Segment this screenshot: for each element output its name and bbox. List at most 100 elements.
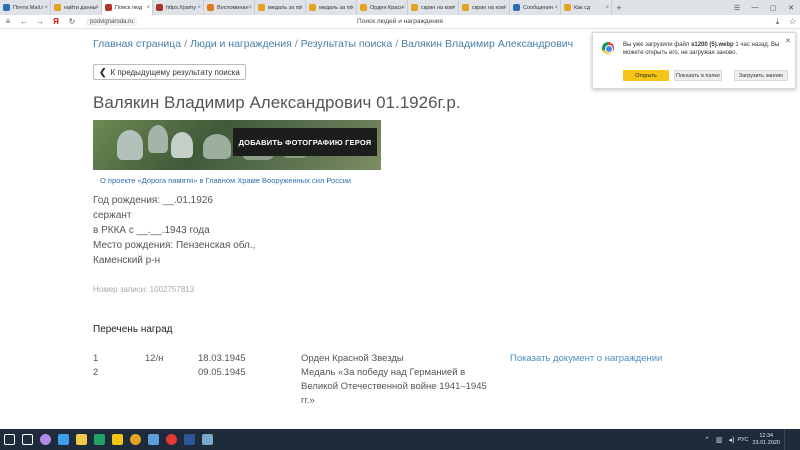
award-number: 1 [93, 353, 99, 364]
chevron-up-icon[interactable]: ⌃ [704, 436, 710, 444]
tab-label: Поиск люд [115, 4, 143, 11]
clock-time: 12:34 [759, 432, 774, 439]
dome-shape [203, 134, 231, 159]
close-window-icon[interactable]: ✕ [782, 0, 800, 15]
taskbar: ⌃ ▥ ◂) РУС 12:34 23.01.2020 [0, 429, 800, 450]
tab-close-icon[interactable]: × [146, 5, 150, 11]
browser-tab[interactable]: Сообщения × [510, 0, 561, 15]
breadcrumb-separator: / [294, 38, 298, 50]
chrome-icon[interactable] [126, 429, 144, 450]
minimize-icon[interactable]: — [746, 0, 764, 15]
bookmark-icon[interactable]: ☰ [728, 0, 746, 15]
browser-tab[interactable]: скрин на ком × [459, 0, 510, 15]
birth-date: Год рождения: __.01.1926 [93, 195, 213, 206]
browser-tab[interactable]: https://pamy × [153, 0, 204, 15]
breadcrumb-home[interactable]: Главная страница [93, 38, 181, 50]
clock-date: 23.01.2020 [752, 439, 780, 446]
browser-tab[interactable]: Поиск люд × [102, 0, 153, 15]
browser-tab[interactable]: медаль за по × [255, 0, 306, 15]
tab-close-icon[interactable]: × [299, 5, 303, 11]
browser-tab[interactable]: Орден Красн × [357, 0, 408, 15]
excel-icon[interactable] [90, 429, 108, 450]
back-icon[interactable]: ← [16, 17, 32, 26]
viewer-icon[interactable] [198, 429, 216, 450]
tab-label: https://pamy [166, 4, 196, 11]
tab-favicon-icon [54, 4, 61, 11]
browser-tab[interactable]: медаль за по × [306, 0, 357, 15]
address-bar: ≡ ← → Я ↻ podvignaroda.ru Поиск людей и … [0, 15, 800, 29]
tab-favicon-icon [207, 4, 214, 11]
birthplace: Место рождения: Пензенская обл., [93, 240, 256, 251]
tab-close-icon[interactable]: × [248, 5, 252, 11]
award-number: 2 [93, 367, 99, 378]
chevron-left-icon: ❮ [99, 66, 107, 77]
browser-tab[interactable]: Почта Mail.r × [0, 0, 51, 15]
award-name: Медаль «За победу над Германией в Велико… [301, 367, 487, 406]
tab-favicon-icon [564, 4, 571, 11]
back-to-results-button[interactable]: ❮ К предыдущему результату поиска [93, 64, 246, 80]
tab-favicon-icon [513, 4, 520, 11]
dome-shape [117, 130, 143, 160]
tab-label: медаль за по [268, 4, 302, 11]
browser-tab[interactable]: скрин на ком × [408, 0, 459, 15]
new-tab-button[interactable]: + [612, 0, 626, 15]
project-info-link[interactable]: О проекте «Дорога памяти» в Главном Храм… [100, 176, 351, 185]
tab-close-icon[interactable]: × [605, 5, 609, 11]
forward-icon[interactable]: → [32, 17, 48, 26]
tab-close-icon[interactable]: × [401, 5, 405, 11]
tab-close-icon[interactable]: × [95, 5, 99, 11]
browser-tab[interactable]: Воспоминан × [204, 0, 255, 15]
tab-close-icon[interactable]: × [503, 5, 507, 11]
download-notification: Вы уже загрузили файл s1200 (5).webp 1 ч… [592, 32, 796, 89]
breadcrumb-separator: / [395, 38, 399, 50]
tab-label: Как сд [574, 4, 591, 11]
yandex-logo-icon[interactable]: Я [48, 17, 64, 26]
network-icon[interactable]: ▥ [716, 436, 723, 444]
tab-favicon-icon [309, 4, 316, 11]
page-title: Валякин Владимир Александрович 01.1926г.… [93, 93, 461, 112]
tab-close-icon[interactable]: × [197, 5, 201, 11]
explorer-icon[interactable] [72, 429, 90, 450]
add-hero-photo-button[interactable]: ДОБАВИТЬ ФОТОГРАФИЮ ГЕРОЯ [233, 128, 377, 156]
tab-close-icon[interactable]: × [44, 5, 48, 11]
chrome-icon [602, 42, 614, 54]
tab-favicon-icon [462, 4, 469, 11]
yandex-browser-icon[interactable] [162, 429, 180, 450]
yandex-icon[interactable] [108, 429, 126, 450]
download-icon[interactable]: ⤓ [770, 17, 785, 27]
show-in-folder-button[interactable]: Показать в папке [674, 70, 722, 81]
breadcrumb-results[interactable]: Результаты поиска [301, 38, 393, 50]
search-icon[interactable] [18, 429, 36, 450]
browser-tab[interactable]: Как сд × [561, 0, 612, 15]
tab-label: скрин на ком [421, 4, 454, 11]
bookmark-star-icon[interactable]: ☆ [785, 17, 800, 27]
language-indicator[interactable]: РУС [737, 437, 748, 443]
browser-tab[interactable]: найти данны × [51, 0, 102, 15]
tab-close-icon[interactable]: × [452, 5, 456, 11]
dome-shape [148, 125, 168, 153]
tab-label: Воспоминан [217, 4, 249, 11]
maximize-icon[interactable]: ▢ [764, 0, 782, 15]
tab-close-icon[interactable]: × [554, 5, 558, 11]
clock[interactable]: 12:34 23.01.2020 [752, 433, 780, 447]
refresh-icon[interactable]: ↻ [64, 17, 80, 26]
cortana-icon[interactable] [36, 429, 54, 450]
volume-icon[interactable]: ◂) [729, 436, 735, 444]
show-award-document-link[interactable]: Показать документ о награждении [510, 352, 662, 366]
dome-shape [171, 132, 193, 158]
close-icon[interactable]: ✕ [785, 37, 791, 45]
show-desktop-button[interactable] [784, 429, 794, 450]
tab-close-icon[interactable]: × [350, 5, 354, 11]
menu-icon[interactable]: ≡ [0, 17, 16, 26]
breadcrumb-people[interactable]: Люди и награждения [190, 38, 292, 50]
word-icon[interactable] [180, 429, 198, 450]
open-file-button[interactable]: Открыть [623, 70, 669, 81]
download-again-button[interactable]: Загрузить заново [734, 70, 788, 81]
ie-icon[interactable] [54, 429, 72, 450]
start-icon[interactable] [0, 429, 18, 450]
paint-icon[interactable] [144, 429, 162, 450]
window-controls: ☰ — ▢ ✕ [728, 0, 800, 15]
url-field[interactable]: podvignaroda.ru [86, 17, 138, 26]
breadcrumb-current[interactable]: Валякин Владимир Александрович [401, 38, 573, 50]
award-code: 12/н [145, 353, 164, 364]
